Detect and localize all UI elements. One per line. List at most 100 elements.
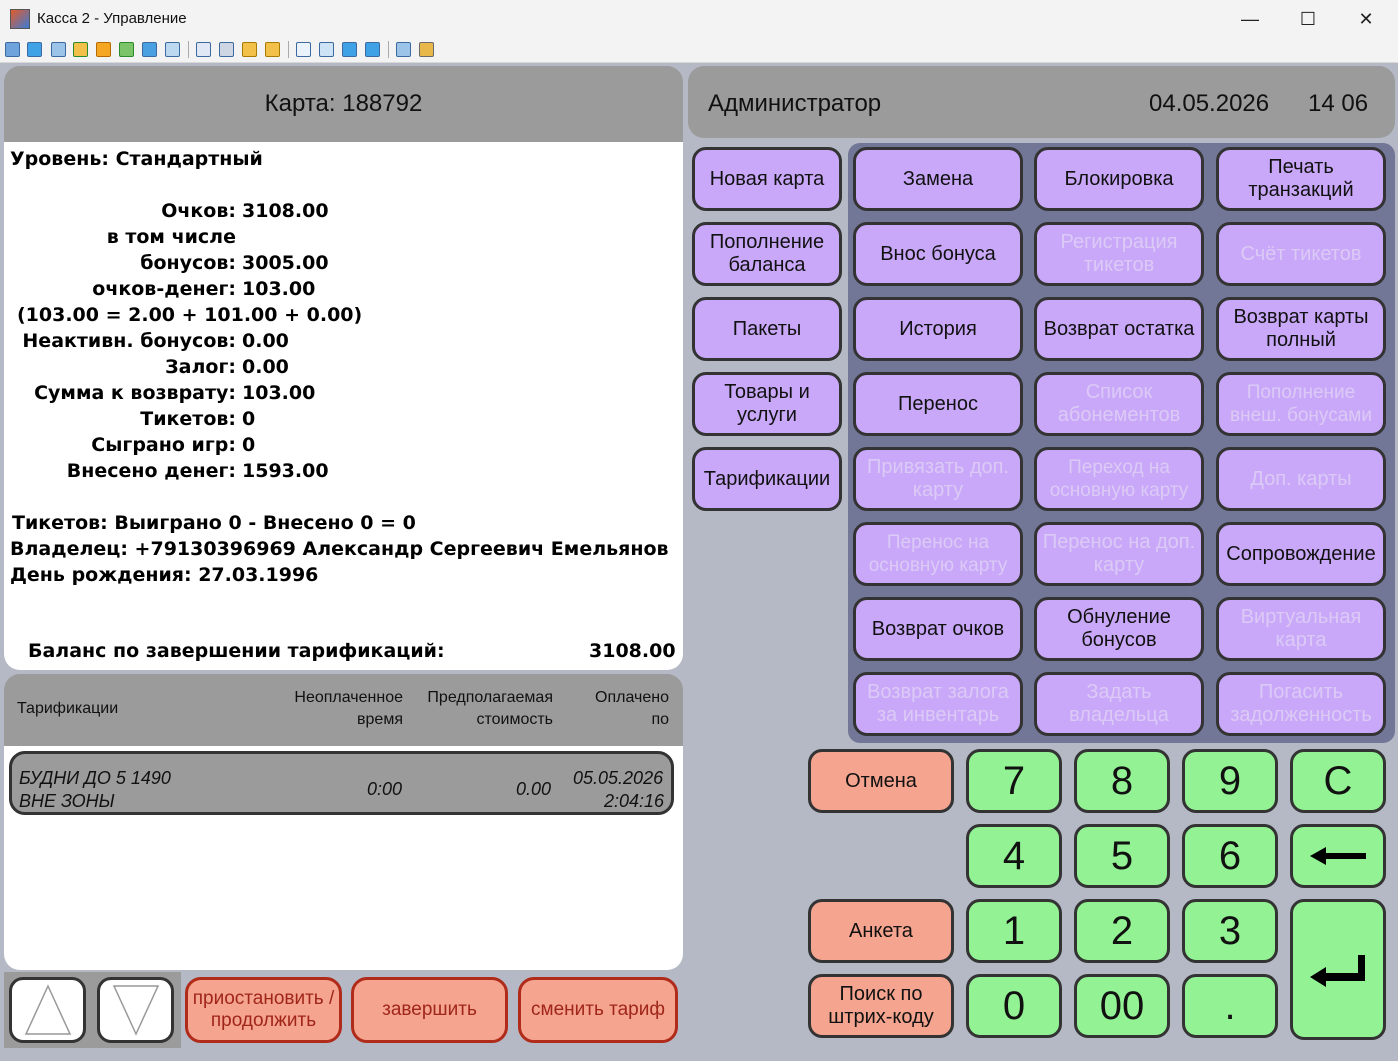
network-icon[interactable]: [219, 42, 234, 57]
new-card-button[interactable]: Новая карта: [692, 147, 842, 211]
key-1[interactable]: 1: [966, 899, 1062, 963]
key-decimal[interactable]: .: [1182, 974, 1278, 1038]
balance-label: Баланс по завершении тарификаций:: [28, 640, 445, 662]
users-icon[interactable]: [119, 42, 134, 57]
pay-debt-button[interactable]: Погасить задолженность: [1216, 672, 1386, 736]
tariff-name: БУДНИ ДО 5 1490: [19, 768, 171, 788]
pause-resume-button[interactable]: приостановить / продолжить: [185, 977, 342, 1043]
barcode-search-button[interactable]: Поиск по штрих-коду: [808, 974, 954, 1038]
column-header: Тарификации: [17, 700, 119, 717]
stat-value: 3108.00: [242, 200, 329, 222]
app-icon: [10, 9, 30, 29]
toolbar: [0, 38, 1398, 63]
table-row[interactable]: БУДНИ ДО 5 1490 ВНЕ ЗОНЫ 0:00 0.00 05.05…: [9, 751, 674, 815]
tariffs-table-header: Тарификации Неоплаченное время Предполаг…: [4, 674, 683, 746]
finish-button[interactable]: завершить: [351, 977, 508, 1043]
key-9[interactable]: 9: [1182, 749, 1278, 813]
go-to-main-card-button[interactable]: Переход на основную карту: [1034, 447, 1204, 511]
key-8[interactable]: 8: [1074, 749, 1170, 813]
transfer-button[interactable]: Перенос: [853, 372, 1023, 436]
points-formula: (103.00 = 2.00 + 101.00 + 0.00): [17, 304, 363, 326]
clock-icon[interactable]: [96, 42, 111, 57]
current-time: 14 06: [1308, 90, 1369, 117]
key-5[interactable]: 5: [1074, 824, 1170, 888]
key-4[interactable]: 4: [966, 824, 1062, 888]
cancel-button[interactable]: Отмена: [808, 749, 954, 813]
maximize-button[interactable]: ☐: [1279, 0, 1337, 38]
settings-screen-icon[interactable]: [365, 42, 380, 57]
change-tariff-button[interactable]: сменить тариф: [518, 977, 678, 1043]
key-6[interactable]: 6: [1182, 824, 1278, 888]
paid-until-time: 2:04:16: [604, 791, 665, 811]
toolbar-divider: [388, 41, 389, 58]
window-title: Касса 2 - Управление: [37, 10, 187, 27]
column-header: Оплачено по: [595, 689, 669, 728]
terminal-icon[interactable]: [51, 42, 66, 57]
card-level: Уровень: Стандартный: [10, 148, 263, 170]
packages-button[interactable]: Пакеты: [692, 297, 842, 361]
ticket-account-button[interactable]: Счёт тикетов: [1216, 222, 1386, 286]
monitor-icon[interactable]: [27, 42, 42, 57]
card-birthday: День рождения: 27.03.1996: [10, 564, 319, 586]
key-3[interactable]: 3: [1182, 899, 1278, 963]
backspace-button[interactable]: [1290, 824, 1386, 888]
display-icon[interactable]: [342, 42, 357, 57]
phone-icon[interactable]: [142, 42, 157, 57]
top-up-balance-button[interactable]: Пополнение баланса: [692, 222, 842, 286]
key-0[interactable]: 0: [966, 974, 1062, 1038]
set-owner-button[interactable]: Задать владельца: [1034, 672, 1204, 736]
link-extra-card-button[interactable]: Привязать доп. карту: [853, 447, 1023, 511]
return-points-button[interactable]: Возврат очков: [853, 597, 1023, 661]
window-icon[interactable]: [296, 42, 311, 57]
key-7[interactable]: 7: [966, 749, 1062, 813]
operator-header: Администратор 04.05.2026 14 06: [688, 66, 1395, 138]
unlock-icon[interactable]: [265, 42, 280, 57]
register-tickets-button[interactable]: Регистрация тикетов: [1034, 222, 1204, 286]
return-deposit-button[interactable]: Возврат залога за инвентарь: [853, 672, 1023, 736]
enter-arrow-icon: [1310, 954, 1365, 987]
reset-bonuses-button[interactable]: Обнуление бонусов: [1034, 597, 1204, 661]
upload-icon[interactable]: [196, 42, 211, 57]
transfer-to-extra-card-button[interactable]: Перенос на доп. карту: [1034, 522, 1204, 586]
history-button[interactable]: История: [853, 297, 1023, 361]
stat-value: 103.00: [242, 382, 316, 404]
tariffs-button[interactable]: Тарификации: [692, 447, 842, 511]
stat-label: Сыграно игр:: [91, 434, 236, 456]
tools-icon[interactable]: [419, 42, 434, 57]
full-card-return-button[interactable]: Возврат карты полный: [1216, 297, 1386, 361]
transfer-to-main-card-button[interactable]: Перенос на основную карту: [853, 522, 1023, 586]
stat-value: 0: [242, 434, 256, 456]
key-00[interactable]: 00: [1074, 974, 1170, 1038]
return-balance-button[interactable]: Возврат остатка: [1034, 297, 1204, 361]
print-transactions-button[interactable]: Печать транзакций: [1216, 147, 1386, 211]
transfer-icon[interactable]: [73, 42, 88, 57]
message-icon[interactable]: [165, 42, 180, 57]
add-bonus-button[interactable]: Внос бонуса: [853, 222, 1023, 286]
fullscreen-icon[interactable]: [319, 42, 334, 57]
survey-button[interactable]: Анкета: [808, 899, 954, 963]
enter-button[interactable]: [1290, 899, 1386, 1040]
subscriptions-list-button[interactable]: Список абонементов: [1034, 372, 1204, 436]
close-button[interactable]: ✕: [1337, 0, 1395, 38]
lock-icon[interactable]: [242, 42, 257, 57]
scroll-down-button[interactable]: [97, 977, 174, 1043]
minimize-button[interactable]: —: [1221, 0, 1279, 38]
goods-services-button[interactable]: Товары и услуги: [692, 372, 842, 436]
card-header: Карта: 188792: [4, 66, 683, 142]
escort-button[interactable]: Сопровождение: [1216, 522, 1386, 586]
scroll-up-button[interactable]: [9, 977, 86, 1043]
copy-icon[interactable]: [396, 42, 411, 57]
key-2[interactable]: 2: [1074, 899, 1170, 963]
block-card-button[interactable]: Блокировка: [1034, 147, 1204, 211]
cash-icon[interactable]: [5, 42, 20, 57]
toolbar-divider: [188, 41, 189, 58]
stat-value: 1593.00: [242, 460, 329, 482]
extra-cards-button[interactable]: Доп. карты: [1216, 447, 1386, 511]
estimated-cost: 0.00: [516, 779, 552, 799]
replace-card-button[interactable]: Замена: [853, 147, 1023, 211]
stat-label: Залог:: [165, 356, 236, 378]
key-clear[interactable]: C: [1290, 749, 1386, 813]
external-bonus-topup-button[interactable]: Пополнение внеш. бонусами: [1216, 372, 1386, 436]
virtual-card-button[interactable]: Виртуальная карта: [1216, 597, 1386, 661]
paid-until-date: 05.05.2026: [573, 768, 664, 788]
